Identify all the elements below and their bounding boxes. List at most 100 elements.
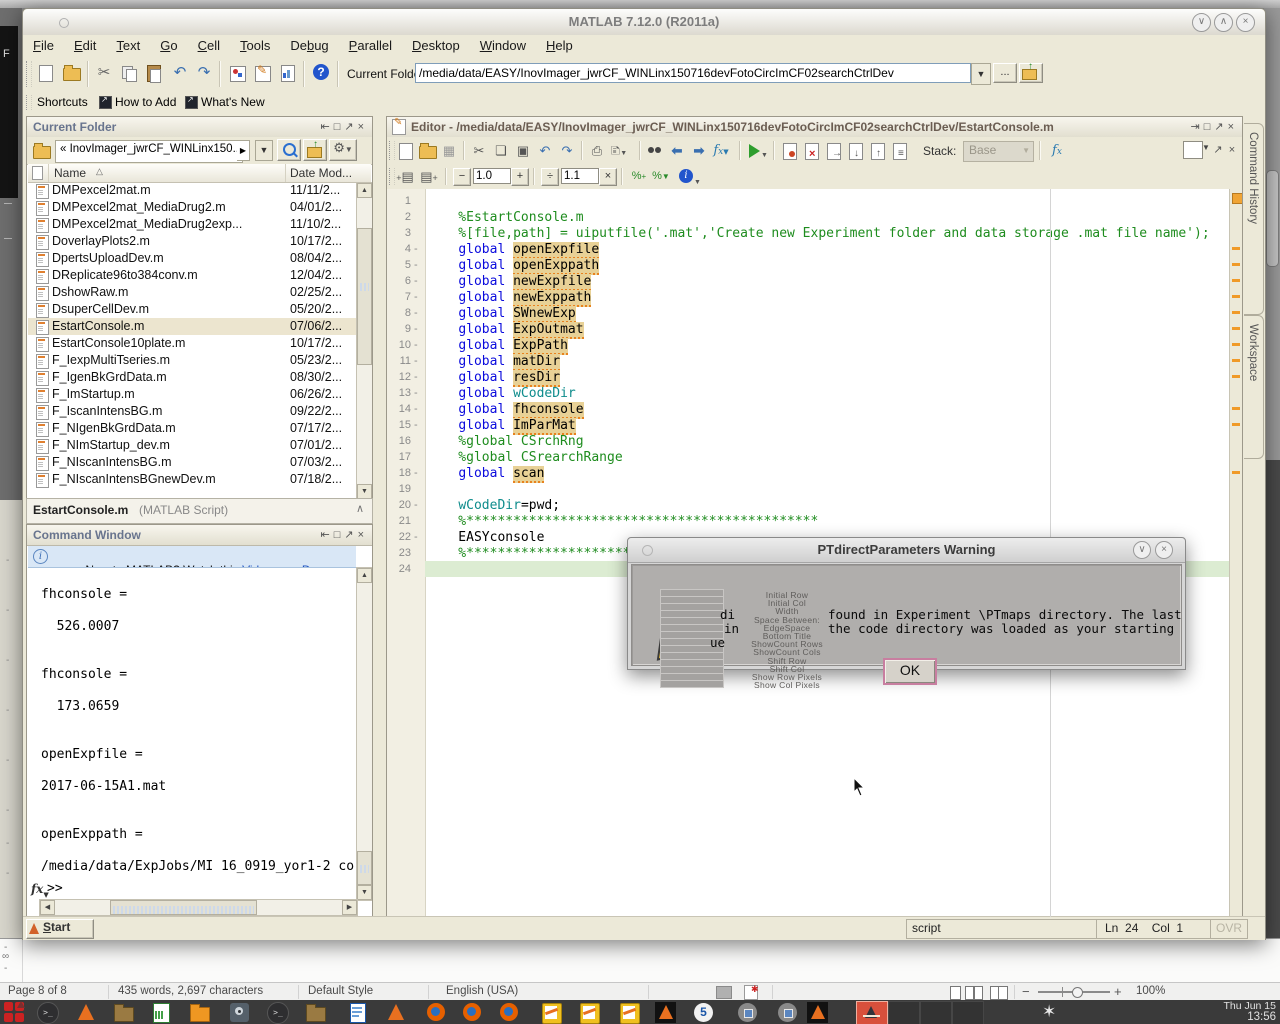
menu-file[interactable]: File xyxy=(23,35,64,53)
terminal-icon-2[interactable]: >_ xyxy=(266,1001,290,1023)
search-button[interactable] xyxy=(277,139,301,161)
dialog-close-button[interactable]: × xyxy=(1155,541,1173,559)
table-row[interactable]: DReplicate96to384conv.m12/04/2... xyxy=(28,267,356,284)
message-indicator-icon[interactable] xyxy=(1232,193,1242,204)
cut-icon[interactable]: ✂ xyxy=(469,141,489,160)
menu-cell[interactable]: Cell xyxy=(188,35,230,53)
table-row[interactable]: DsuperCellDev.m05/20/2... xyxy=(28,301,356,318)
table-row[interactable]: F_ImStartup.m06/26/2... xyxy=(28,386,356,403)
tab-command-history[interactable]: Command History xyxy=(1244,123,1264,315)
screenshot-tool-icon[interactable]: ✶ xyxy=(1042,1002,1056,1022)
view-book-icon[interactable] xyxy=(990,986,1008,1000)
writer-zoom-level[interactable]: 100% xyxy=(1136,985,1165,997)
warning-tick[interactable] xyxy=(1232,359,1240,362)
layout-split-dropdown[interactable]: ▼ xyxy=(1202,143,1210,152)
current-folder-dropdown[interactable]: ▼ xyxy=(971,63,991,85)
function-search-icon[interactable]: fx▼ xyxy=(711,141,731,160)
scrollbar-thumb[interactable] xyxy=(110,900,257,915)
tab-workspace[interactable]: Workspace xyxy=(1244,315,1264,459)
up-folder-button[interactable]: ↑ xyxy=(1019,63,1043,83)
table-row[interactable]: F_NIscanIntensBG.m07/03/2... xyxy=(28,454,356,471)
table-row[interactable]: F_NIgenBkGrdData.m07/17/2... xyxy=(28,420,356,437)
copy-button[interactable] xyxy=(118,62,140,84)
undo-icon[interactable]: ↶ xyxy=(535,141,555,160)
open-file-button[interactable] xyxy=(61,62,83,84)
warning-tick[interactable] xyxy=(1232,263,1240,266)
cut-button[interactable]: ✂ xyxy=(93,62,115,84)
menu-parallel[interactable]: Parallel xyxy=(339,35,402,53)
menu-go[interactable]: Go xyxy=(150,35,187,53)
ok-button[interactable]: OK xyxy=(883,658,937,685)
save-icon[interactable]: ▦ xyxy=(439,141,459,160)
find-icon[interactable] xyxy=(645,141,665,160)
folder-orange-icon[interactable] xyxy=(188,1001,212,1023)
menu-tools[interactable]: Tools xyxy=(230,35,280,53)
warning-tick[interactable] xyxy=(1232,423,1240,426)
libreoffice-icon[interactable]: 5 xyxy=(692,1001,716,1023)
increase-value-button[interactable]: + xyxy=(511,168,529,186)
firefox-icon-2[interactable] xyxy=(461,1001,485,1023)
paste-icon[interactable]: ▣ xyxy=(513,141,533,160)
folder-icon-2[interactable] xyxy=(304,1001,328,1023)
forward-icon[interactable]: ➡ xyxy=(689,141,709,160)
scroll-up-icon[interactable]: ▲ xyxy=(357,183,372,198)
screenshot-icon-2[interactable] xyxy=(776,1001,800,1023)
back-icon[interactable]: ⬅ xyxy=(667,141,687,160)
table-row[interactable]: F_NIscanIntensBGnewDev.m07/18/2... xyxy=(28,471,356,488)
maximize-icon[interactable]: □ xyxy=(334,121,345,133)
file-manager-icon[interactable] xyxy=(112,1001,136,1023)
menu-debug[interactable]: Debug xyxy=(280,35,338,53)
address-expand-icon[interactable]: ▶ xyxy=(237,140,250,161)
taskbar-clock[interactable]: Thu Jun 15 13:56 xyxy=(1223,1000,1276,1024)
dialog-minimize-button[interactable]: ∨ xyxy=(1133,541,1151,559)
empty-task-slot[interactable] xyxy=(952,1001,984,1024)
comment-icon[interactable]: %+ xyxy=(629,167,649,186)
browse-folder-button[interactable]: ... xyxy=(993,63,1017,83)
menu-desktop[interactable]: Desktop xyxy=(402,35,470,53)
new-file-button[interactable] xyxy=(35,62,57,84)
matlab-titlebar[interactable]: MATLAB 7.12.0 (R2011a) ∨ ∧ × xyxy=(23,9,1265,36)
paste-button[interactable] xyxy=(143,62,165,84)
matlab-dark-icon-2[interactable] xyxy=(806,1001,830,1023)
command-window-hscrollbar[interactable]: ◀ ▶ xyxy=(39,899,358,916)
file-table-header[interactable]: Name △ Date Mod... xyxy=(28,164,371,183)
command-window-header[interactable]: Command Window ⇤□↗× xyxy=(27,525,372,546)
dock-icon[interactable]: ⇤ xyxy=(320,121,333,133)
layout-split-button[interactable] xyxy=(1183,141,1203,159)
image-tool-icon[interactable] xyxy=(228,1001,252,1023)
matlab-icon[interactable] xyxy=(74,1001,98,1023)
table-row[interactable]: F_IgenBkGrdData.m08/30/2... xyxy=(28,369,356,386)
stack-combo[interactable]: Base ▼ xyxy=(963,141,1034,162)
empty-task-slot[interactable] xyxy=(888,1001,920,1024)
file-details-bar[interactable]: EstartConsole.m (MATLAB Script) ∧ xyxy=(26,498,373,524)
maximize-icon[interactable]: □ xyxy=(1204,121,1215,133)
divide-value-button[interactable]: ÷ xyxy=(541,168,559,186)
draw-doc-icon-3[interactable] xyxy=(618,1001,642,1023)
undock-icon[interactable]: ↗ xyxy=(1214,121,1227,133)
guide-button[interactable]: ✎ xyxy=(252,62,274,84)
table-row[interactable]: EstartConsole10plate.m10/17/2... xyxy=(28,335,356,352)
warning-tick[interactable] xyxy=(1232,247,1240,250)
warning-tick[interactable] xyxy=(1232,279,1240,282)
warning-tick[interactable] xyxy=(1232,295,1240,298)
print-icon[interactable]: ⎙ xyxy=(587,141,607,160)
view-multi-page-icon[interactable] xyxy=(965,986,974,1000)
start-button[interactable]: Start xyxy=(26,919,94,939)
simulink-button[interactable] xyxy=(227,62,249,84)
draw-doc-icon[interactable] xyxy=(540,1001,564,1023)
writer-doc-icon[interactable] xyxy=(346,1001,370,1023)
dock-icon[interactable]: ⇤ xyxy=(320,529,333,541)
scroll-down-icon[interactable]: ▼ xyxy=(357,885,372,900)
up-one-level-button[interactable]: ↑ xyxy=(303,139,327,161)
scroll-down-icon[interactable]: ▼ xyxy=(357,484,372,499)
actions-gear-button[interactable]: ⚙▼ xyxy=(329,139,357,161)
draw-doc-icon-2[interactable] xyxy=(578,1001,602,1023)
scrollbar-thumb[interactable] xyxy=(357,228,372,365)
command-output[interactable]: fhconsole = 526.0007 fhconsole = 173.065… xyxy=(41,571,354,875)
terminal-icon[interactable]: >_ xyxy=(36,1001,60,1023)
shortcut-whats-new[interactable]: What's New xyxy=(201,95,265,109)
editor-header[interactable]: ✎ Editor - /media/data/EASY/InovImager_j… xyxy=(387,117,1242,138)
help-button[interactable]: ? xyxy=(311,62,333,84)
insert-cell-above-icon[interactable]: +▤ xyxy=(395,167,415,186)
shortcut-icon[interactable]: ↗ xyxy=(185,96,198,109)
